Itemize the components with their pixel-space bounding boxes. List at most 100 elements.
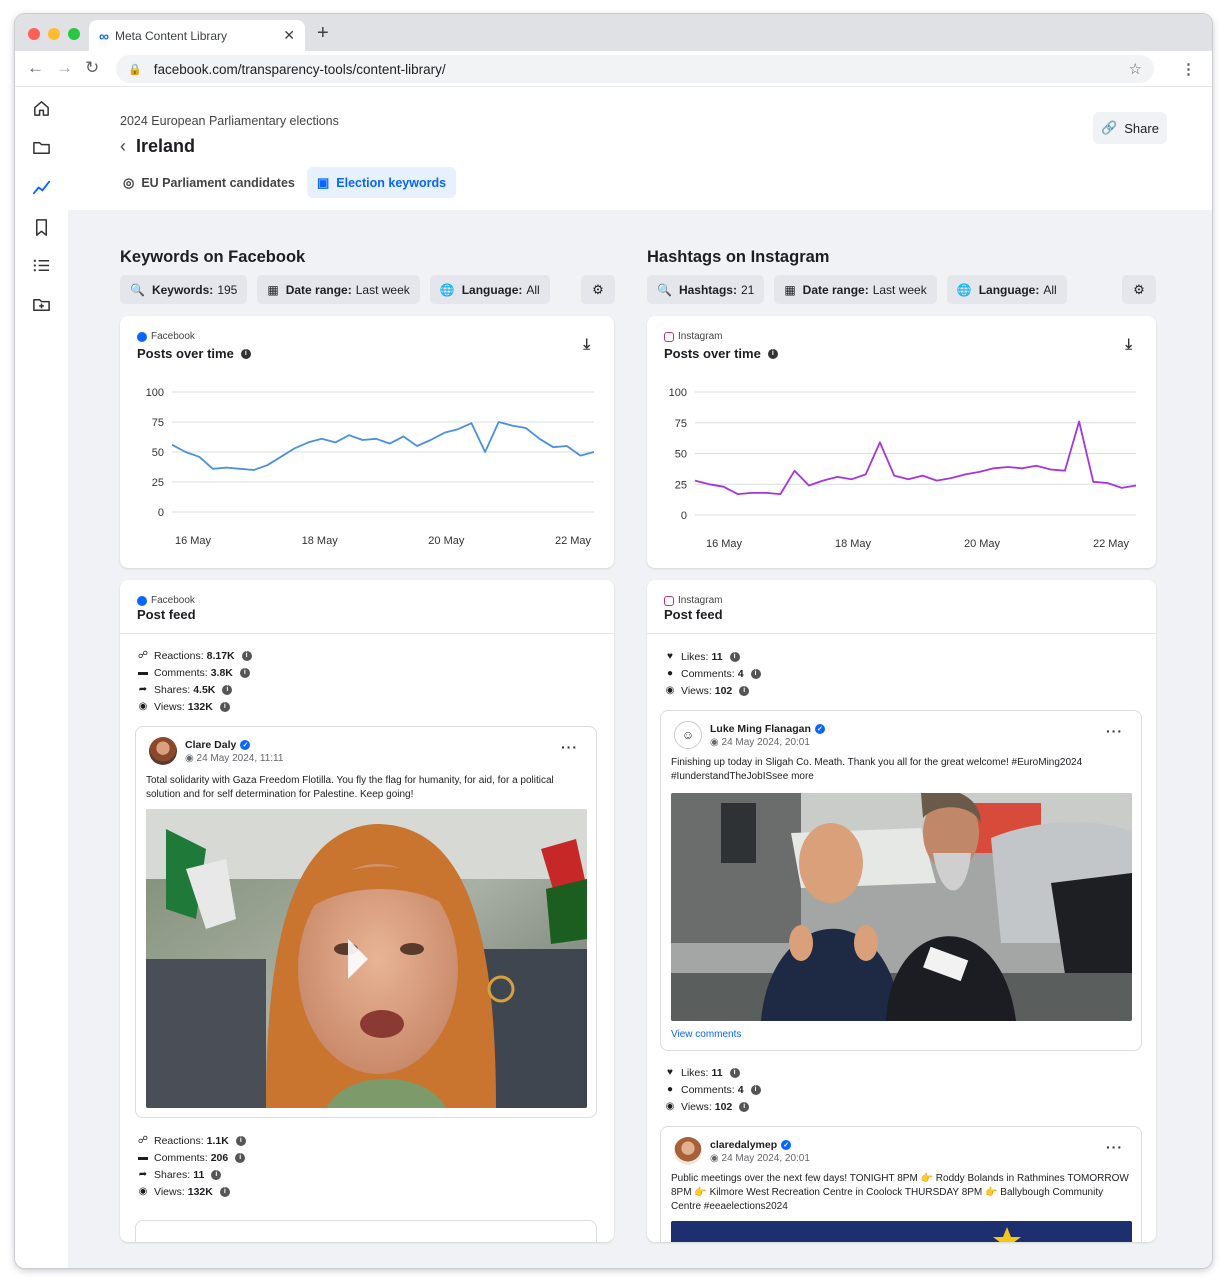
close-window-button[interactable]: [28, 28, 40, 40]
avatar[interactable]: [149, 737, 177, 765]
chevron-left-icon[interactable]: ‹: [120, 136, 126, 157]
tab-election-keywords[interactable]: ▣ Election keywords: [307, 167, 457, 198]
info-icon[interactable]: i: [729, 1067, 740, 1078]
keywords-filter[interactable]: 🔍 Keywords: 195: [120, 275, 248, 304]
x-tick-label: 16 May: [175, 535, 212, 547]
instagram-post[interactable]: ☺ Luke Ming Flanagan ✓ ◉ 24 May 2024, 20:…: [660, 710, 1142, 1051]
post-stats: ☍ Reactions: 1.1K i ▬ Comments: 206 i ➦ Shares:…: [137, 1132, 246, 1200]
globe-small-icon: ◉: [710, 736, 722, 748]
home-icon[interactable]: [31, 98, 51, 118]
info-icon[interactable]: i: [219, 701, 230, 712]
new-tab-button[interactable]: +: [317, 22, 329, 45]
eye-icon: ◉: [138, 1186, 148, 1197]
facebook-line-chart: 0 25 50 75 100 16 May 18 May 20 May 22 May: [146, 387, 595, 547]
post-author[interactable]: Luke Ming Flanagan ✓: [710, 723, 825, 735]
stat-value: 4: [737, 1083, 744, 1096]
hashtags-filter[interactable]: 🔍 Hashtags: 21: [647, 275, 765, 304]
filter-label: Language:: [461, 282, 523, 297]
more-options-icon[interactable]: ···: [1106, 1139, 1123, 1155]
share-label: Share: [1124, 120, 1159, 136]
info-icon[interactable]: i: [239, 667, 250, 678]
page-title: Ireland: [136, 136, 196, 156]
filter-label: Language:: [978, 282, 1040, 297]
add-folder-icon[interactable]: [31, 294, 51, 314]
language-filter[interactable]: 🌐 Language: All: [429, 275, 550, 304]
info-icon[interactable]: i: [739, 685, 750, 696]
browser-menu-icon[interactable]: ⋮: [1181, 60, 1196, 78]
info-icon[interactable]: i: [750, 668, 761, 679]
stat-value: 11: [711, 1066, 723, 1079]
bookmark-star-icon[interactable]: ☆: [1129, 60, 1142, 78]
stat-label: Comments:: [154, 1151, 208, 1164]
stat-value: 11: [711, 650, 723, 663]
likes-stat: ♥ Likes: 11 i: [664, 648, 761, 665]
date-text: 24 May 2024, 11:11: [196, 752, 284, 764]
more-options-icon[interactable]: ···: [561, 739, 578, 755]
post-text-line[interactable]: #IunderstandTheJobISsee more: [671, 770, 1131, 784]
view-comments-link[interactable]: View comments: [671, 1029, 741, 1040]
tab-eu-parliament-candidates[interactable]: ◎ EU Parliament candidates: [113, 167, 305, 198]
stat-value: 4: [737, 667, 744, 680]
info-icon[interactable]: i: [241, 650, 252, 661]
browser-tab[interactable]: ∞ Meta Content Library ✕: [89, 20, 305, 51]
back-arrow-icon[interactable]: ←: [27, 58, 44, 78]
instagram-post[interactable]: claredalymep ✓ ◉ 24 May 2024, 20:01 ··· P…: [660, 1126, 1142, 1242]
info-icon[interactable]: i: [235, 1152, 246, 1163]
post-video-thumbnail[interactable]: [146, 809, 587, 1108]
facebook-section-title: Keywords on Facebook: [120, 248, 306, 266]
post-author[interactable]: Clare Daly ✓: [185, 739, 283, 751]
reaction-icon: ☍: [137, 1135, 149, 1146]
link-icon: 🔗: [1101, 120, 1118, 135]
card-source: Instagram: [664, 595, 722, 606]
info-icon[interactable]: i: [729, 651, 740, 662]
trend-icon[interactable]: [31, 177, 51, 197]
folder-icon[interactable]: [31, 137, 51, 157]
stat-label: Comments:: [681, 667, 735, 680]
more-options-icon[interactable]: ···: [1106, 723, 1123, 739]
address-bar[interactable]: 🔒 facebook.com/transparency-tools/conten…: [116, 55, 1154, 83]
heart-icon: ♥: [667, 651, 673, 662]
post-author[interactable]: claredalymep ✓: [710, 1139, 810, 1151]
comment-icon: ▬: [138, 1152, 148, 1163]
y-tick-label: 100: [669, 387, 687, 399]
share-button[interactable]: 🔗 Share: [1093, 112, 1167, 144]
info-icon[interactable]: i: [219, 1186, 230, 1197]
post-image[interactable]: [671, 1221, 1132, 1242]
avatar[interactable]: ☺: [674, 721, 702, 749]
shares-stat: ➦ Shares: 11 i: [137, 1166, 246, 1183]
reactions-stat: ☍ Reactions: 8.17K i: [137, 647, 252, 664]
post-image[interactable]: [671, 793, 1132, 1021]
filter-settings-button[interactable]: ⚙: [1122, 275, 1156, 304]
date-range-filter[interactable]: ▦ Date range: Last week: [774, 275, 937, 304]
x-tick-label: 22 May: [555, 535, 592, 547]
card-source: Facebook: [137, 595, 195, 606]
info-icon[interactable]: i: [739, 1101, 750, 1112]
filter-settings-button[interactable]: ⚙: [581, 275, 615, 304]
language-filter[interactable]: 🌐 Language: All: [946, 275, 1067, 304]
calendar-icon: ▦: [784, 282, 796, 297]
stat-value: 8.17K: [206, 649, 235, 662]
maximize-window-button[interactable]: [68, 28, 80, 40]
avatar[interactable]: [674, 1137, 702, 1165]
reactions-stat: ☍ Reactions: 1.1K i: [137, 1132, 246, 1149]
y-tick-label: 0: [681, 510, 687, 522]
close-tab-icon[interactable]: ✕: [283, 27, 295, 44]
comment-icon: ●: [666, 1084, 674, 1095]
post-text: Total solidarity with Gaza Freedom Floti…: [146, 775, 554, 800]
facebook-post[interactable]: Clare Daly ✓ ◉ 24 May 2024, 11:11 ··· Tot…: [135, 726, 597, 1118]
info-icon[interactable]: i: [211, 1169, 222, 1180]
info-icon[interactable]: i: [222, 684, 233, 695]
info-icon[interactable]: i: [750, 1084, 761, 1095]
list-icon[interactable]: [31, 255, 51, 275]
date-range-filter[interactable]: ▦ Date range: Last week: [257, 275, 420, 304]
facebook-icon: [137, 595, 147, 606]
forward-arrow-icon[interactable]: →: [56, 58, 73, 78]
info-icon[interactable]: i: [235, 1135, 246, 1146]
facebook-post-partial[interactable]: [135, 1220, 597, 1242]
reload-icon[interactable]: ↻: [85, 58, 99, 78]
calendar-icon: ▦: [267, 282, 279, 297]
minimize-window-button[interactable]: [48, 28, 60, 40]
post-date: ◉ 24 May 2024, 11:11: [185, 753, 283, 764]
bookmark-icon[interactable]: [31, 217, 51, 237]
instagram-line-chart: 0 25 50 75 100 16 May 18 May 20 May 22 May: [669, 387, 1137, 550]
